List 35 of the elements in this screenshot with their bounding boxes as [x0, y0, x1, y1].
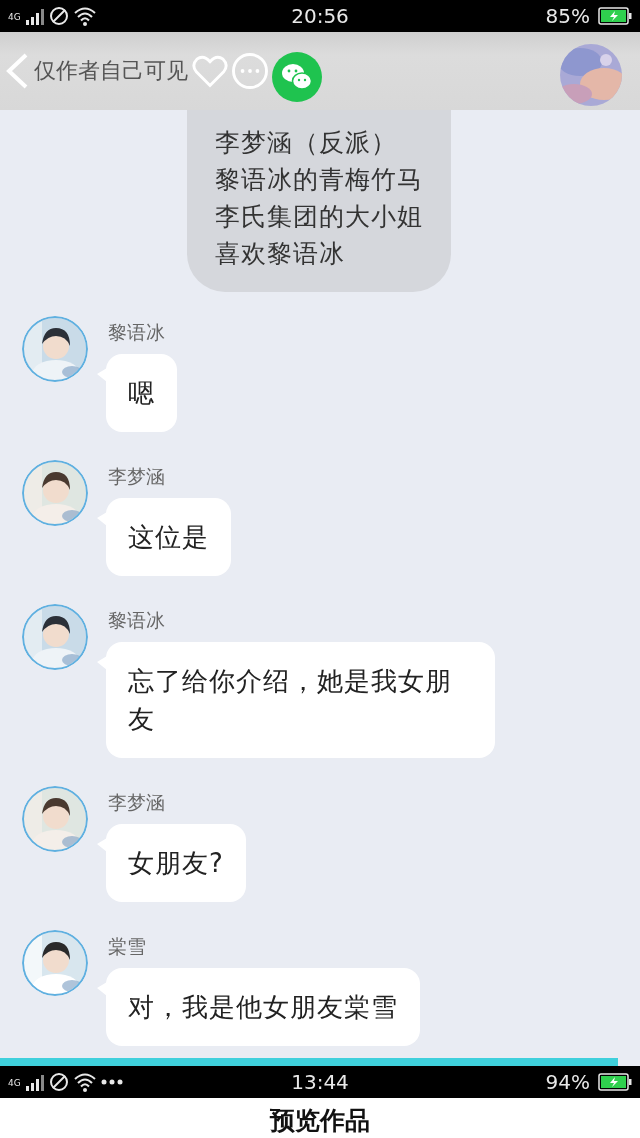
- message-text: 忘了给你介绍，她是我女朋友: [128, 665, 453, 736]
- status-time: 20:56: [291, 4, 349, 28]
- visibility-label: 仅作者自己可见: [34, 57, 188, 85]
- do-not-disturb-icon: [48, 1072, 69, 1092]
- battery-percent: 94%: [545, 1070, 590, 1094]
- battery-icon: [598, 7, 632, 25]
- page-title: 预览作品: [270, 1105, 370, 1137]
- network-type: 4G: [8, 12, 21, 22]
- sender-name: 黎语冰: [108, 320, 165, 345]
- more-icon[interactable]: [231, 52, 269, 90]
- narration-line: 李梦涵（反派）: [215, 127, 398, 159]
- message-text: 女朋友?: [128, 847, 224, 880]
- network-type: 4G: [8, 1078, 21, 1088]
- message-text: 对，我是他女朋友棠雪: [128, 991, 398, 1024]
- heart-icon[interactable]: [192, 54, 228, 88]
- wifi-icon: [72, 1072, 97, 1092]
- message-text: 嗯: [128, 377, 155, 410]
- narration-line: 李氏集团的大小姐: [215, 201, 423, 233]
- battery-icon: [598, 1073, 632, 1091]
- back-icon[interactable]: [4, 52, 30, 90]
- sender-name: 李梦涵: [108, 464, 165, 489]
- status-time: 13:44: [291, 1070, 349, 1094]
- message-text: 这位是: [128, 521, 209, 554]
- wifi-icon: [72, 6, 97, 26]
- more-notifications-icon: [100, 1079, 123, 1085]
- narration-line: 黎语冰的青梅竹马: [215, 164, 423, 196]
- sender-name: 李梦涵: [108, 790, 165, 815]
- do-not-disturb-icon: [48, 6, 69, 26]
- signal-icon: [24, 7, 45, 25]
- sender-name: 棠雪: [108, 934, 146, 959]
- chat-app-icon[interactable]: [272, 52, 322, 102]
- sender-name: 黎语冰: [108, 608, 165, 633]
- battery-percent: 85%: [545, 4, 590, 28]
- signal-icon: [24, 1073, 45, 1091]
- narration-line: 喜欢黎语冰: [215, 238, 346, 270]
